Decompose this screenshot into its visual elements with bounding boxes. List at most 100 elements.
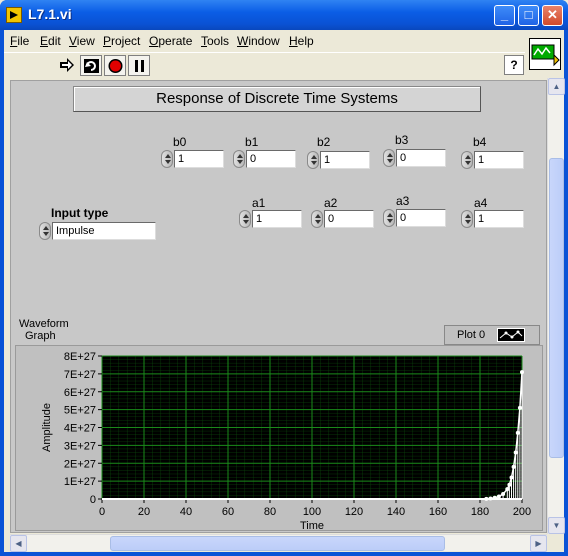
- series-point[interactable]: [509, 475, 514, 480]
- b3-control[interactable]: 0: [383, 149, 449, 167]
- y-tick-label: 5E+27: [64, 405, 96, 417]
- b2-label: b2: [317, 135, 331, 149]
- menu-project[interactable]: Project: [103, 34, 140, 48]
- menu-operate[interactable]: Operate: [149, 34, 192, 48]
- run-button[interactable]: [56, 55, 78, 76]
- b0-control[interactable]: 1: [161, 150, 227, 168]
- a4-input[interactable]: 1: [474, 210, 524, 228]
- a2-label: a2: [324, 196, 338, 210]
- title-bar[interactable]: L7.1.vi _ □ ✕: [0, 0, 568, 30]
- b4-input[interactable]: 1: [474, 151, 524, 169]
- b0-label: b0: [173, 135, 187, 149]
- application-window: L7.1.vi _ □ ✕ File Edit View Project Ope…: [0, 0, 568, 556]
- scatter-style-icon: [499, 330, 523, 339]
- resize-grip[interactable]: [547, 534, 564, 551]
- b4-spinner[interactable]: [461, 151, 473, 169]
- vertical-scroll-thumb[interactable]: [549, 158, 564, 458]
- b3-label: b3: [395, 133, 409, 147]
- b0-input[interactable]: 1: [174, 150, 224, 168]
- b2-control[interactable]: 1: [307, 151, 373, 169]
- menu-view[interactable]: View: [69, 34, 95, 48]
- plot-style-swatch[interactable]: [497, 328, 525, 342]
- series-point[interactable]: [505, 487, 510, 492]
- a2-input[interactable]: 0: [324, 210, 374, 228]
- series-point[interactable]: [513, 450, 518, 455]
- a1-spinner[interactable]: [239, 210, 251, 228]
- input-type-control[interactable]: Impulse: [39, 222, 161, 240]
- x-tick-label: 40: [180, 506, 192, 518]
- horizontal-scrollbar[interactable]: ◀ ▶: [10, 534, 547, 552]
- context-help-button[interactable]: ?: [504, 55, 524, 75]
- a1-control[interactable]: 1: [239, 210, 305, 228]
- run-continuously-button[interactable]: [80, 55, 102, 76]
- a4-control[interactable]: 1: [461, 210, 527, 228]
- b4-label: b4: [473, 135, 487, 149]
- toolbar: ?: [4, 52, 525, 78]
- b2-spinner[interactable]: [307, 151, 319, 169]
- series-point[interactable]: [496, 494, 501, 499]
- waveform-plot[interactable]: 0 20 40 60 80 100 120 140 160 180 200 0 1E+27 2E+27 3E…: [16, 346, 544, 532]
- x-tick-label: 140: [387, 506, 405, 518]
- b1-control[interactable]: 0: [233, 150, 299, 168]
- pause-icon: [135, 60, 144, 72]
- b3-spinner[interactable]: [383, 149, 395, 167]
- vertical-scrollbar[interactable]: ▲ ▼: [547, 78, 565, 534]
- menu-edit[interactable]: Edit: [40, 34, 61, 48]
- series-point[interactable]: [507, 482, 512, 487]
- minimize-button[interactable]: _: [494, 5, 515, 26]
- a4-spinner[interactable]: [461, 210, 473, 228]
- waveform-graph[interactable]: 0 20 40 60 80 100 120 140 160 180 200 0 1E+27 2E+27 3E…: [15, 345, 544, 532]
- graph-label: Waveform Graph: [19, 318, 69, 342]
- b1-label: b1: [245, 135, 259, 149]
- b3-input[interactable]: 0: [396, 149, 446, 167]
- x-tick-label: 0: [99, 506, 105, 518]
- x-axis-label: Time: [300, 520, 324, 532]
- menu-help[interactable]: Help: [289, 34, 314, 48]
- b2-input[interactable]: 1: [320, 151, 370, 169]
- menu-file[interactable]: File: [10, 34, 29, 48]
- a3-control[interactable]: 0: [383, 209, 449, 227]
- y-tick-label: 7E+27: [64, 369, 96, 381]
- series-point[interactable]: [501, 491, 506, 496]
- scroll-right-button[interactable]: ▶: [530, 535, 547, 552]
- scroll-left-button[interactable]: ◀: [10, 535, 27, 552]
- series-point[interactable]: [515, 430, 520, 435]
- a3-spinner[interactable]: [383, 209, 395, 227]
- input-type-spinner[interactable]: [39, 222, 51, 240]
- close-button[interactable]: ✕: [542, 5, 563, 26]
- menu-window[interactable]: Window: [237, 34, 280, 48]
- a2-control[interactable]: 0: [311, 210, 377, 228]
- y-tick-label: 0: [90, 494, 96, 506]
- a1-input[interactable]: 1: [252, 210, 302, 228]
- x-tick-label: 20: [138, 506, 150, 518]
- maximize-button[interactable]: □: [518, 5, 539, 26]
- plot-legend[interactable]: Plot 0: [444, 325, 540, 345]
- series-point[interactable]: [517, 405, 522, 410]
- menu-tools[interactable]: Tools: [201, 34, 229, 48]
- scroll-down-button[interactable]: ▼: [548, 517, 565, 534]
- series-point[interactable]: [511, 464, 516, 469]
- b0-spinner[interactable]: [161, 150, 173, 168]
- b1-spinner[interactable]: [233, 150, 245, 168]
- a3-label: a3: [396, 194, 410, 208]
- x-tick-label: 120: [345, 506, 363, 518]
- pause-button[interactable]: [128, 55, 150, 76]
- input-type-select[interactable]: Impulse: [52, 222, 156, 240]
- y-tick-label: 8E+27: [64, 351, 96, 363]
- b1-input[interactable]: 0: [246, 150, 296, 168]
- labview-app-icon: [6, 7, 22, 23]
- y-tick-label: 3E+27: [64, 440, 96, 452]
- x-tick-label: 200: [513, 506, 531, 518]
- x-tick-label: 100: [303, 506, 321, 518]
- horizontal-scroll-thumb[interactable]: [110, 536, 445, 551]
- a2-spinner[interactable]: [311, 210, 323, 228]
- abort-button[interactable]: [104, 55, 126, 76]
- scroll-up-button[interactable]: ▲: [548, 78, 565, 95]
- abort-icon: [108, 59, 123, 73]
- b4-control[interactable]: 1: [461, 151, 527, 169]
- x-tick-label: 180: [471, 506, 489, 518]
- series-point[interactable]: [520, 370, 524, 375]
- run-arrow-icon: [60, 58, 74, 72]
- a3-input[interactable]: 0: [396, 209, 446, 227]
- vi-connector-icon[interactable]: [529, 38, 561, 70]
